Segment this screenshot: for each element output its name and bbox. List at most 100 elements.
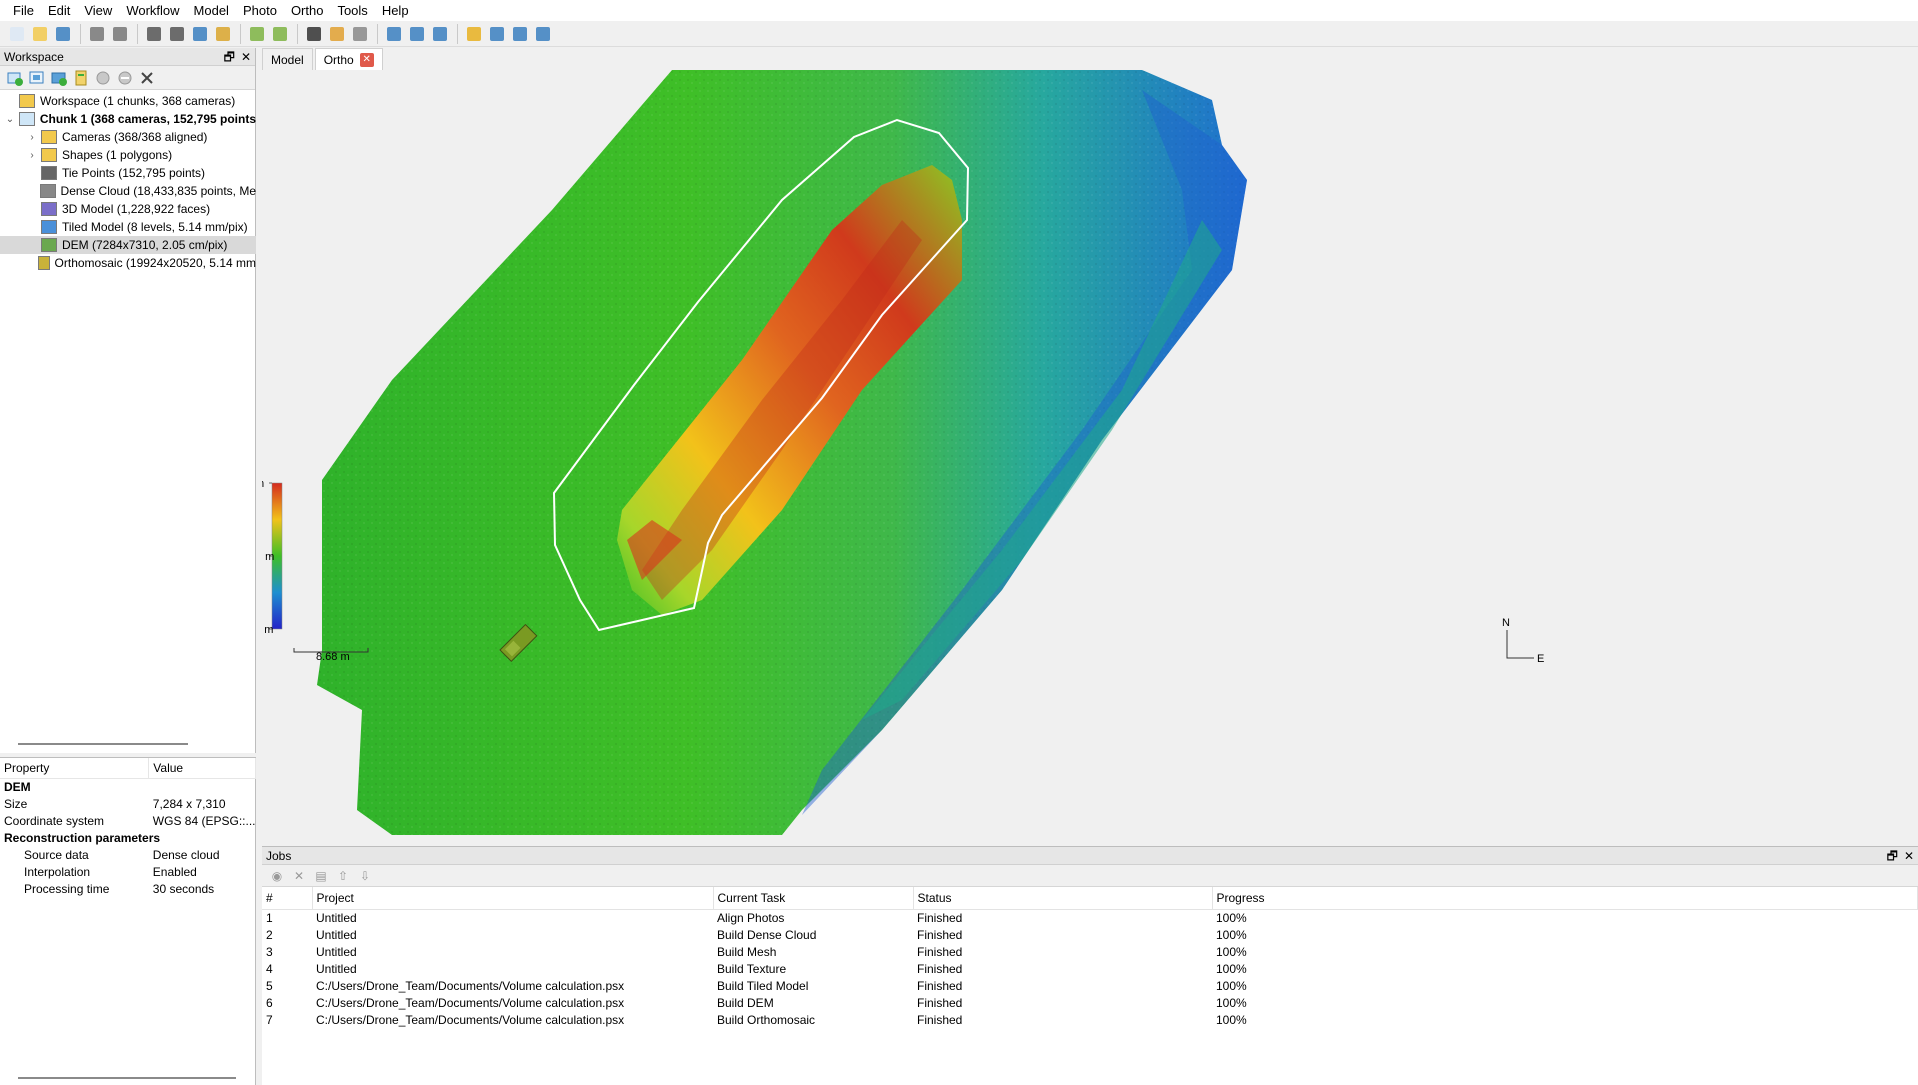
property-row[interactable]: Source data Dense cloud: [0, 846, 256, 863]
tab-model[interactable]: Model: [262, 48, 313, 70]
show-dem-button[interactable]: [463, 23, 485, 45]
collapse-arrow-icon[interactable]: ›: [26, 132, 38, 143]
menu-workflow[interactable]: Workflow: [119, 0, 186, 21]
draw-polyline-button[interactable]: [269, 23, 291, 45]
reset-view-button[interactable]: [349, 23, 371, 45]
property-row[interactable]: Coordinate system WGS 84 (EPSG::...: [0, 812, 256, 829]
shading-button[interactable]: [303, 23, 325, 45]
menu-view[interactable]: View: [77, 0, 119, 21]
collapse-arrow-icon[interactable]: ›: [26, 150, 38, 161]
tree-item[interactable]: › Cameras (368/368 aligned): [0, 128, 256, 146]
dem-icon: [41, 238, 57, 252]
jobs-col-number[interactable]: #: [262, 887, 313, 910]
polygon-selection-button[interactable]: [189, 23, 211, 45]
tree-item[interactable]: Tiled Model (8 levels, 5.14 mm/pix): [0, 218, 256, 236]
open-button[interactable]: [29, 23, 51, 45]
zoom-out-button[interactable]: [406, 23, 428, 45]
redo-icon: [113, 26, 127, 41]
save-icon: [56, 26, 70, 41]
menu-edit[interactable]: Edit: [41, 0, 77, 21]
disable-button[interactable]: [114, 68, 136, 88]
new-button[interactable]: [6, 23, 28, 45]
undo-button[interactable]: [86, 23, 108, 45]
add-folder-icon: [51, 72, 67, 86]
rectangle-selection-button[interactable]: [166, 23, 188, 45]
job-row[interactable]: 6 C:/Users/Drone_Team/Documents/Volume ca…: [262, 994, 1918, 1011]
tree-item[interactable]: 3D Model (1,228,922 faces): [0, 200, 256, 218]
jobs-col-project[interactable]: Project: [312, 887, 714, 910]
menu-bar: File Edit View Workflow Model Photo Ortho Tools…: [0, 0, 1918, 21]
float-panel-icon[interactable]: 🗗: [224, 51, 235, 63]
property-row[interactable]: Reconstruction parameters: [0, 829, 256, 846]
zoom-in-button[interactable]: [383, 23, 405, 45]
menu-help[interactable]: Help: [375, 0, 416, 21]
close-panel-icon[interactable]: ✕: [1904, 850, 1914, 862]
tree-item-label: Tie Points (152,795 points): [62, 166, 205, 180]
jobs-col-task[interactable]: Current Task: [713, 887, 914, 910]
job-progress: 100%: [1216, 961, 1247, 976]
property-column-header[interactable]: Property: [0, 758, 150, 779]
job-project: Untitled: [316, 961, 357, 976]
expand-arrow-icon[interactable]: ⌄: [4, 114, 16, 125]
property-row[interactable]: Processing time 30 seconds: [0, 880, 256, 897]
tree-item[interactable]: Workspace (1 chunks, 368 cameras): [0, 92, 256, 110]
save-button[interactable]: [52, 23, 74, 45]
add-chunk-button[interactable]: [4, 68, 26, 88]
ortho-viewport[interactable]: -2.5 m -6.78 m -11.1 m 8.68 m N E: [262, 70, 1918, 835]
legend-max-label: -2.5 m: [262, 478, 297, 490]
close-tab-icon[interactable]: ✕: [359, 52, 374, 67]
texture-button[interactable]: [326, 23, 348, 45]
move-up-button[interactable]: ⇧: [332, 866, 354, 886]
property-row[interactable]: Interpolation Enabled: [0, 863, 256, 880]
arrow-down-icon: ⇩: [359, 868, 371, 883]
property-row[interactable]: Size 7,284 x 7,310: [0, 795, 256, 812]
float-panel-icon[interactable]: 🗗: [1887, 850, 1898, 862]
tree-item[interactable]: Dense Cloud (18,433,835 points, Me: [0, 182, 256, 200]
enable-button[interactable]: [92, 68, 114, 88]
job-row[interactable]: 7 C:/Users/Drone_Team/Documents/Volume ca…: [262, 1011, 1918, 1028]
draw-polygon-button[interactable]: [246, 23, 268, 45]
menu-ortho[interactable]: Ortho: [284, 0, 331, 21]
remove-button[interactable]: [136, 68, 158, 88]
menu-model[interactable]: Model: [187, 0, 236, 21]
redo-button[interactable]: [109, 23, 131, 45]
show-ortho-button[interactable]: [486, 23, 508, 45]
value-column-header[interactable]: Value: [148, 758, 256, 779]
tree-item[interactable]: DEM (7284x7310, 2.05 cm/pix): [0, 236, 256, 254]
job-row[interactable]: 2 Untitled Build Dense Cloud Finished 100%: [262, 926, 1918, 943]
tree-item[interactable]: Orthomosaic (19924x20520, 5.14 mm: [0, 254, 256, 272]
job-row[interactable]: 4 Untitled Build Texture Finished 100%: [262, 960, 1918, 977]
batch-process-button[interactable]: [70, 68, 92, 88]
tree-item-label: Cameras (368/368 aligned): [62, 130, 208, 144]
show-markers-button[interactable]: [532, 23, 554, 45]
move-down-button[interactable]: ⇩: [354, 866, 376, 886]
property-row[interactable]: DEM: [0, 778, 256, 795]
job-row[interactable]: 3 Untitled Build Mesh Finished 100%: [262, 943, 1918, 960]
tree-item[interactable]: Tie Points (152,795 points): [0, 164, 256, 182]
job-log-button[interactable]: ▤: [310, 866, 332, 886]
draw-polygon-icon: [250, 26, 264, 41]
close-panel-icon[interactable]: ✕: [241, 51, 251, 63]
jobs-col-status[interactable]: Status: [913, 887, 1213, 910]
pause-job-button[interactable]: ◉: [266, 866, 288, 886]
job-row[interactable]: 5 C:/Users/Drone_Team/Documents/Volume ca…: [262, 977, 1918, 994]
move-button[interactable]: [429, 23, 451, 45]
job-row[interactable]: 1 Untitled Align Photos Finished 100%: [262, 909, 1918, 926]
tree-item[interactable]: ⌄ Chunk 1 (368 cameras, 152,795 points: [0, 110, 256, 128]
tab-ortho[interactable]: Ortho ✕: [314, 48, 383, 70]
add-folder-button[interactable]: [48, 68, 70, 88]
remove-job-button[interactable]: ✕: [288, 866, 310, 886]
jobs-col-progress[interactable]: Progress: [1212, 887, 1918, 910]
menu-tools[interactable]: Tools: [330, 0, 374, 21]
menu-photo[interactable]: Photo: [236, 0, 284, 21]
workspace-title: Workspace: [4, 49, 64, 64]
show-shapes-button[interactable]: [509, 23, 531, 45]
ruler-button[interactable]: [212, 23, 234, 45]
menu-file[interactable]: File: [6, 0, 41, 21]
add-photos-button[interactable]: [26, 68, 48, 88]
navigation-button[interactable]: [143, 23, 165, 45]
properties-panel: Property Value DEM Size 7,284 x 7,310 Coord…: [0, 757, 256, 1085]
workspace-scrollbar[interactable]: [18, 743, 188, 745]
tree-item[interactable]: › Shapes (1 polygons): [0, 146, 256, 164]
properties-scrollbar[interactable]: [18, 1077, 236, 1079]
